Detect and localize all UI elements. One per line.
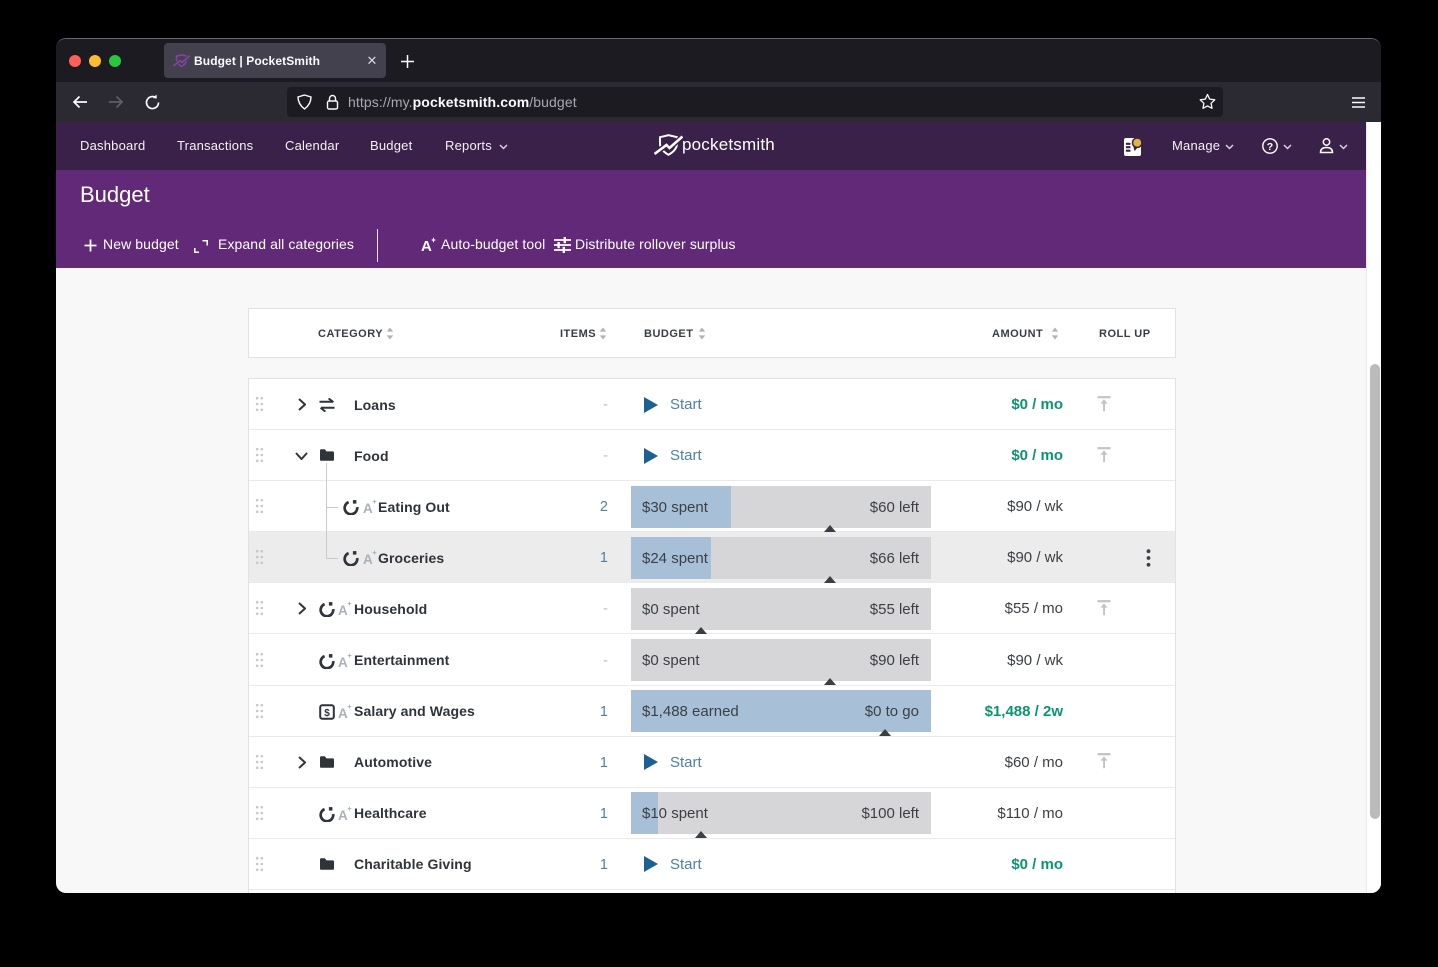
svg-text:A: A: [338, 655, 348, 668]
svg-text:$: $: [324, 708, 330, 719]
svg-text:?: ?: [1267, 141, 1273, 153]
svg-text:A: A: [363, 552, 373, 565]
svg-text:A: A: [363, 501, 373, 514]
svg-text:A: A: [338, 808, 348, 821]
svg-text:A: A: [421, 238, 432, 253]
svg-text:A: A: [338, 603, 348, 616]
svg-text:A: A: [338, 706, 348, 719]
